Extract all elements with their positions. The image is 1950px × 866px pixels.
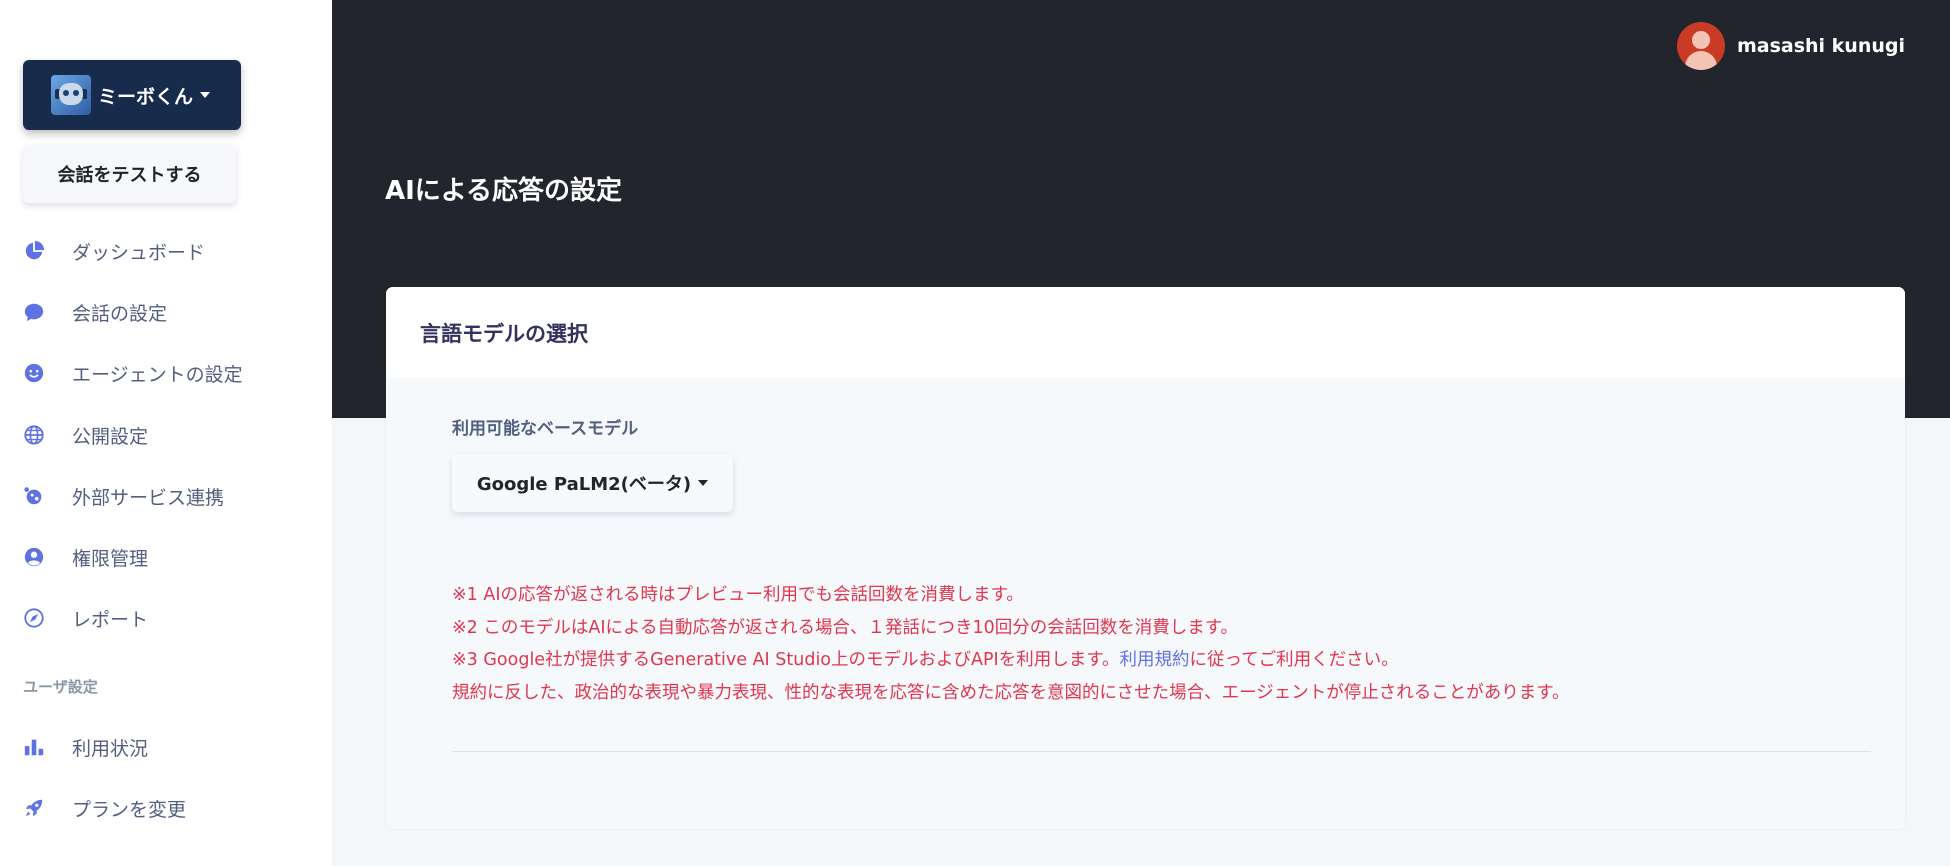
note-line-3-before: ※3 Google社が提供するGenerative AI Studio上のモデル… xyxy=(452,650,1120,670)
sidebar-item-external-integrations[interactable]: 外部サービス連携 xyxy=(23,481,224,511)
sidebar-item-conversation-settings[interactable]: 会話の設定 xyxy=(23,297,167,327)
selected-model-value: Google PaLM2(ベータ) xyxy=(476,474,692,495)
page-title: AIによる応答の設定 xyxy=(385,176,623,206)
card-header: 言語モデルの選択 xyxy=(386,287,1905,378)
caret-down-icon xyxy=(698,480,709,486)
bar-chart-icon xyxy=(24,739,44,756)
bot-avatar xyxy=(51,75,91,115)
base-model-label: 利用可能なベースモデル xyxy=(452,419,639,439)
sidebar: ミーボくん 会話をテストする ダッシュボード 会話の設定 エージェントの設定 公… xyxy=(0,0,332,866)
sidebar-item-label: 外部サービス連携 xyxy=(72,486,225,509)
compass-icon xyxy=(24,608,44,628)
card-title: 言語モデルの選択 xyxy=(420,321,588,346)
terms-of-use-link[interactable]: 利用規約 xyxy=(1119,650,1189,670)
model-notes: ※1 AIの応答が返される時はプレビュー利用でも会話回数を消費します。 ※2 こ… xyxy=(452,579,1570,709)
pie-chart-icon xyxy=(25,240,45,260)
test-conversation-button[interactable]: 会話をテストする xyxy=(23,145,236,203)
base-model-dropdown[interactable]: Google PaLM2(ベータ) xyxy=(452,454,733,512)
caret-down-icon xyxy=(200,92,211,98)
divider xyxy=(452,751,1871,752)
smiley-icon xyxy=(24,363,44,383)
bot-selector-dropdown[interactable]: ミーボくん xyxy=(23,60,241,130)
sidebar-item-label: 公開設定 xyxy=(72,425,149,448)
sidebar-item-label: プランを変更 xyxy=(72,798,187,821)
sidebar-item-label: エージェントの設定 xyxy=(72,363,243,386)
planet-icon xyxy=(24,487,42,505)
user-circle-icon xyxy=(24,547,44,567)
sidebar-item-usage[interactable]: 利用状況 xyxy=(23,732,148,762)
note-line-3-after: に従ってご利用ください。 xyxy=(1189,650,1399,670)
sidebar-item-label: ダッシュボード xyxy=(72,241,206,264)
note-line-1: ※1 AIの応答が返される時はプレビュー利用でも会話回数を消費します。 xyxy=(452,585,1024,605)
sidebar-item-label: 権限管理 xyxy=(72,547,149,570)
sidebar-item-dashboard[interactable]: ダッシュボード xyxy=(23,236,205,266)
user-settings-heading: ユーザ設定 xyxy=(23,678,98,696)
note-line-2: ※2 このモデルはAIによる自動応答が返される場合、１発話につき10回分の会話回… xyxy=(452,617,1238,638)
note-line-3: ※3 Google社が提供するGenerative AI Studio上のモデル… xyxy=(452,644,1570,677)
note-line-4: 規約に反した、政治的な表現や暴力表現、性的な表現を応答に含めた応答を意図的にさせ… xyxy=(452,682,1570,703)
sidebar-item-label: 利用状況 xyxy=(72,737,149,760)
globe-icon xyxy=(24,425,44,445)
sidebar-item-publish-settings[interactable]: 公開設定 xyxy=(23,420,148,450)
sidebar-item-permissions[interactable]: 権限管理 xyxy=(23,542,148,572)
language-model-card: 言語モデルの選択 利用可能なベースモデル Google PaLM2(ベータ) ※… xyxy=(386,287,1905,829)
sidebar-item-label: レポート xyxy=(72,608,149,631)
sidebar-item-change-plan[interactable]: プランを変更 xyxy=(23,793,186,823)
rocket-icon xyxy=(25,799,43,817)
sidebar-item-agent-settings[interactable]: エージェントの設定 xyxy=(23,358,243,388)
user-menu[interactable]: masashi kunugi xyxy=(1676,22,1905,70)
sidebar-item-reports[interactable]: レポート xyxy=(23,603,148,633)
chat-bubble-icon xyxy=(24,303,44,322)
avatar xyxy=(1676,22,1725,70)
user-name: masashi kunugi xyxy=(1736,35,1905,57)
bot-name: ミーボくん xyxy=(98,85,194,108)
sidebar-item-label: 会話の設定 xyxy=(72,302,168,325)
